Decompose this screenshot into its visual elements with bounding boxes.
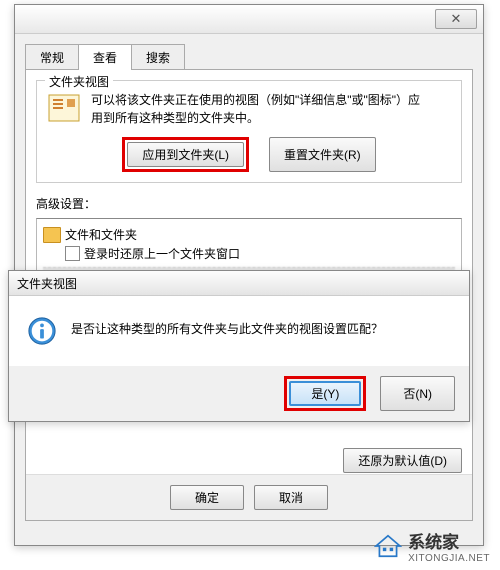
close-icon[interactable]: ✕ <box>435 9 477 29</box>
checkbox-icon[interactable] <box>65 246 80 261</box>
no-button[interactable]: 否(N) <box>380 376 455 411</box>
ok-button[interactable]: 确定 <box>170 485 244 510</box>
titlebar: ✕ <box>15 5 483 34</box>
house-icon <box>374 534 402 558</box>
dialog-button-row: 确定 取消 <box>26 474 472 520</box>
confirm-button-row: 是(Y) 否(N) <box>9 366 469 421</box>
info-icon <box>27 316 57 346</box>
tab-view[interactable]: 查看 <box>78 44 132 70</box>
confirm-titlebar: 文件夹视图 <box>9 271 469 296</box>
group-title: 文件夹视图 <box>45 73 113 90</box>
tree-item-label: 登录时还原上一个文件夹窗口 <box>84 245 240 262</box>
highlight-apply: 应用到文件夹(L) <box>122 137 249 172</box>
apply-to-folders-button[interactable]: 应用到文件夹(L) <box>127 142 244 167</box>
watermark-url: XITONGJIA.NET <box>408 553 490 564</box>
restore-defaults-button[interactable]: 还原为默认值(D) <box>343 448 462 473</box>
folder-view-description: 可以将该文件夹正在使用的视图（例如"详细信息"或"图标"）应用到所有这种类型的文… <box>91 91 431 127</box>
reset-folders-button[interactable]: 重置文件夹(R) <box>269 137 376 172</box>
confirm-title: 文件夹视图 <box>17 275 77 292</box>
folder-view-group: 文件夹视图 可以将该文件夹正在使用的视图（例如"详细信息"或"图标"）应用到所有… <box>36 80 462 183</box>
tree-item[interactable]: 登录时还原上一个文件夹窗口 <box>43 244 455 263</box>
watermark: 系统家 XITONGJIA.NET <box>374 528 490 564</box>
tab-strip: 常规 查看 搜索 <box>25 44 473 70</box>
advanced-label: 高级设置： <box>36 195 462 212</box>
folder-icon <box>43 227 61 243</box>
tree-root: 文件和文件夹 <box>43 225 455 244</box>
folder-views-icon <box>47 91 83 127</box>
yes-button[interactable]: 是(Y) <box>289 381 361 406</box>
tree-root-label: 文件和文件夹 <box>65 226 137 243</box>
tab-search[interactable]: 搜索 <box>131 44 185 70</box>
watermark-brand: 系统家 <box>408 533 459 552</box>
cancel-button[interactable]: 取消 <box>254 485 328 510</box>
confirm-dialog: 文件夹视图 是否让这种类型的所有文件夹与此文件夹的视图设置匹配？ 是(Y) 否(… <box>8 270 470 422</box>
tab-general[interactable]: 常规 <box>25 44 79 70</box>
confirm-message: 是否让这种类型的所有文件夹与此文件夹的视图设置匹配？ <box>71 316 383 337</box>
confirm-body: 是否让这种类型的所有文件夹与此文件夹的视图设置匹配？ <box>9 296 469 366</box>
highlight-yes: 是(Y) <box>284 376 366 411</box>
